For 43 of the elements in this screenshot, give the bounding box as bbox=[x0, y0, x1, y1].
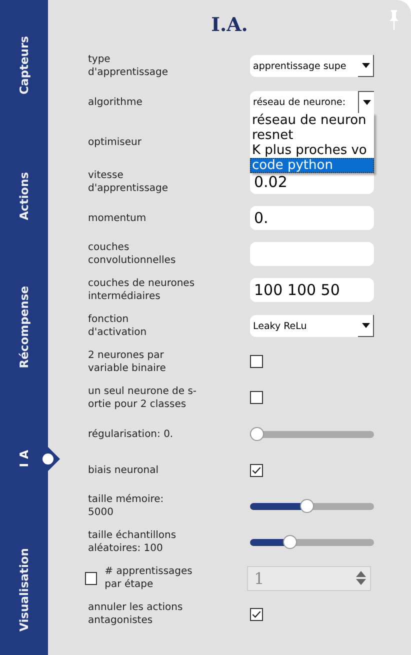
setting-label: optimiseur bbox=[88, 136, 142, 148]
slider-thumb[interactable] bbox=[283, 535, 297, 549]
dropdown[interactable]: Leaky ReLu bbox=[250, 315, 374, 337]
setting-label: fonction d'activation bbox=[88, 313, 148, 339]
setting-label: # apprentissages par étape bbox=[104, 565, 194, 591]
checkbox[interactable] bbox=[250, 464, 263, 476]
setting-label: un seul neurone de s- ortie pour 2 classes bbox=[88, 385, 198, 411]
caret-icon bbox=[358, 315, 374, 337]
setting-label: régularisation: 0. bbox=[88, 428, 174, 440]
slider[interactable] bbox=[250, 427, 374, 441]
slider[interactable] bbox=[250, 535, 374, 549]
setting-label: taille échantillons aléatoires: 100 bbox=[88, 529, 178, 555]
side-tab[interactable]: Récompense bbox=[0, 262, 60, 393]
setting-label: taille mémoire: 5000 bbox=[88, 493, 165, 519]
input-field[interactable]: 0. bbox=[250, 206, 374, 230]
setting-label: biais neuronal bbox=[88, 464, 160, 476]
dropdown-option[interactable]: K plus proches vo bbox=[250, 143, 374, 158]
setting-label: couches convolutionnelles bbox=[88, 241, 177, 267]
caret-icon bbox=[358, 55, 374, 77]
slider-thumb[interactable] bbox=[250, 427, 264, 441]
slider-thumb[interactable] bbox=[300, 499, 314, 513]
input-field[interactable] bbox=[250, 242, 374, 266]
checkbox[interactable] bbox=[250, 608, 263, 620]
input-field[interactable]: 100 100 50 bbox=[250, 278, 374, 302]
dropdown-option[interactable]: réseau de neuron bbox=[250, 113, 374, 128]
dropdown[interactable]: apprentissage supe bbox=[250, 55, 374, 77]
setting-label: annuler les actions antagonistes bbox=[88, 601, 184, 627]
checkbox[interactable] bbox=[250, 354, 263, 368]
setting-label: type d'apprentissage bbox=[88, 53, 170, 79]
setting-label: 2 neurones par variable binaire bbox=[88, 349, 167, 375]
side-tab[interactable]: Actions bbox=[0, 131, 60, 262]
slider[interactable] bbox=[250, 499, 374, 513]
setting-label: couches de neurones intermédiaires bbox=[88, 277, 196, 303]
setting-label: momentum bbox=[88, 212, 148, 224]
side-tab[interactable]: Capteurs bbox=[0, 0, 60, 131]
side-tab[interactable]: Visualisation bbox=[0, 524, 60, 655]
setting-label: algorithme bbox=[88, 96, 144, 108]
dropdown-option[interactable]: code python bbox=[250, 158, 374, 173]
setting-label: vitesse d'apprentissage bbox=[88, 169, 170, 195]
panel-title: I.A. bbox=[211, 14, 248, 36]
dropdown-option[interactable]: resnet bbox=[250, 128, 374, 143]
checkbox[interactable] bbox=[250, 390, 263, 404]
dropdown[interactable]: réseau de neurone: bbox=[250, 91, 374, 113]
